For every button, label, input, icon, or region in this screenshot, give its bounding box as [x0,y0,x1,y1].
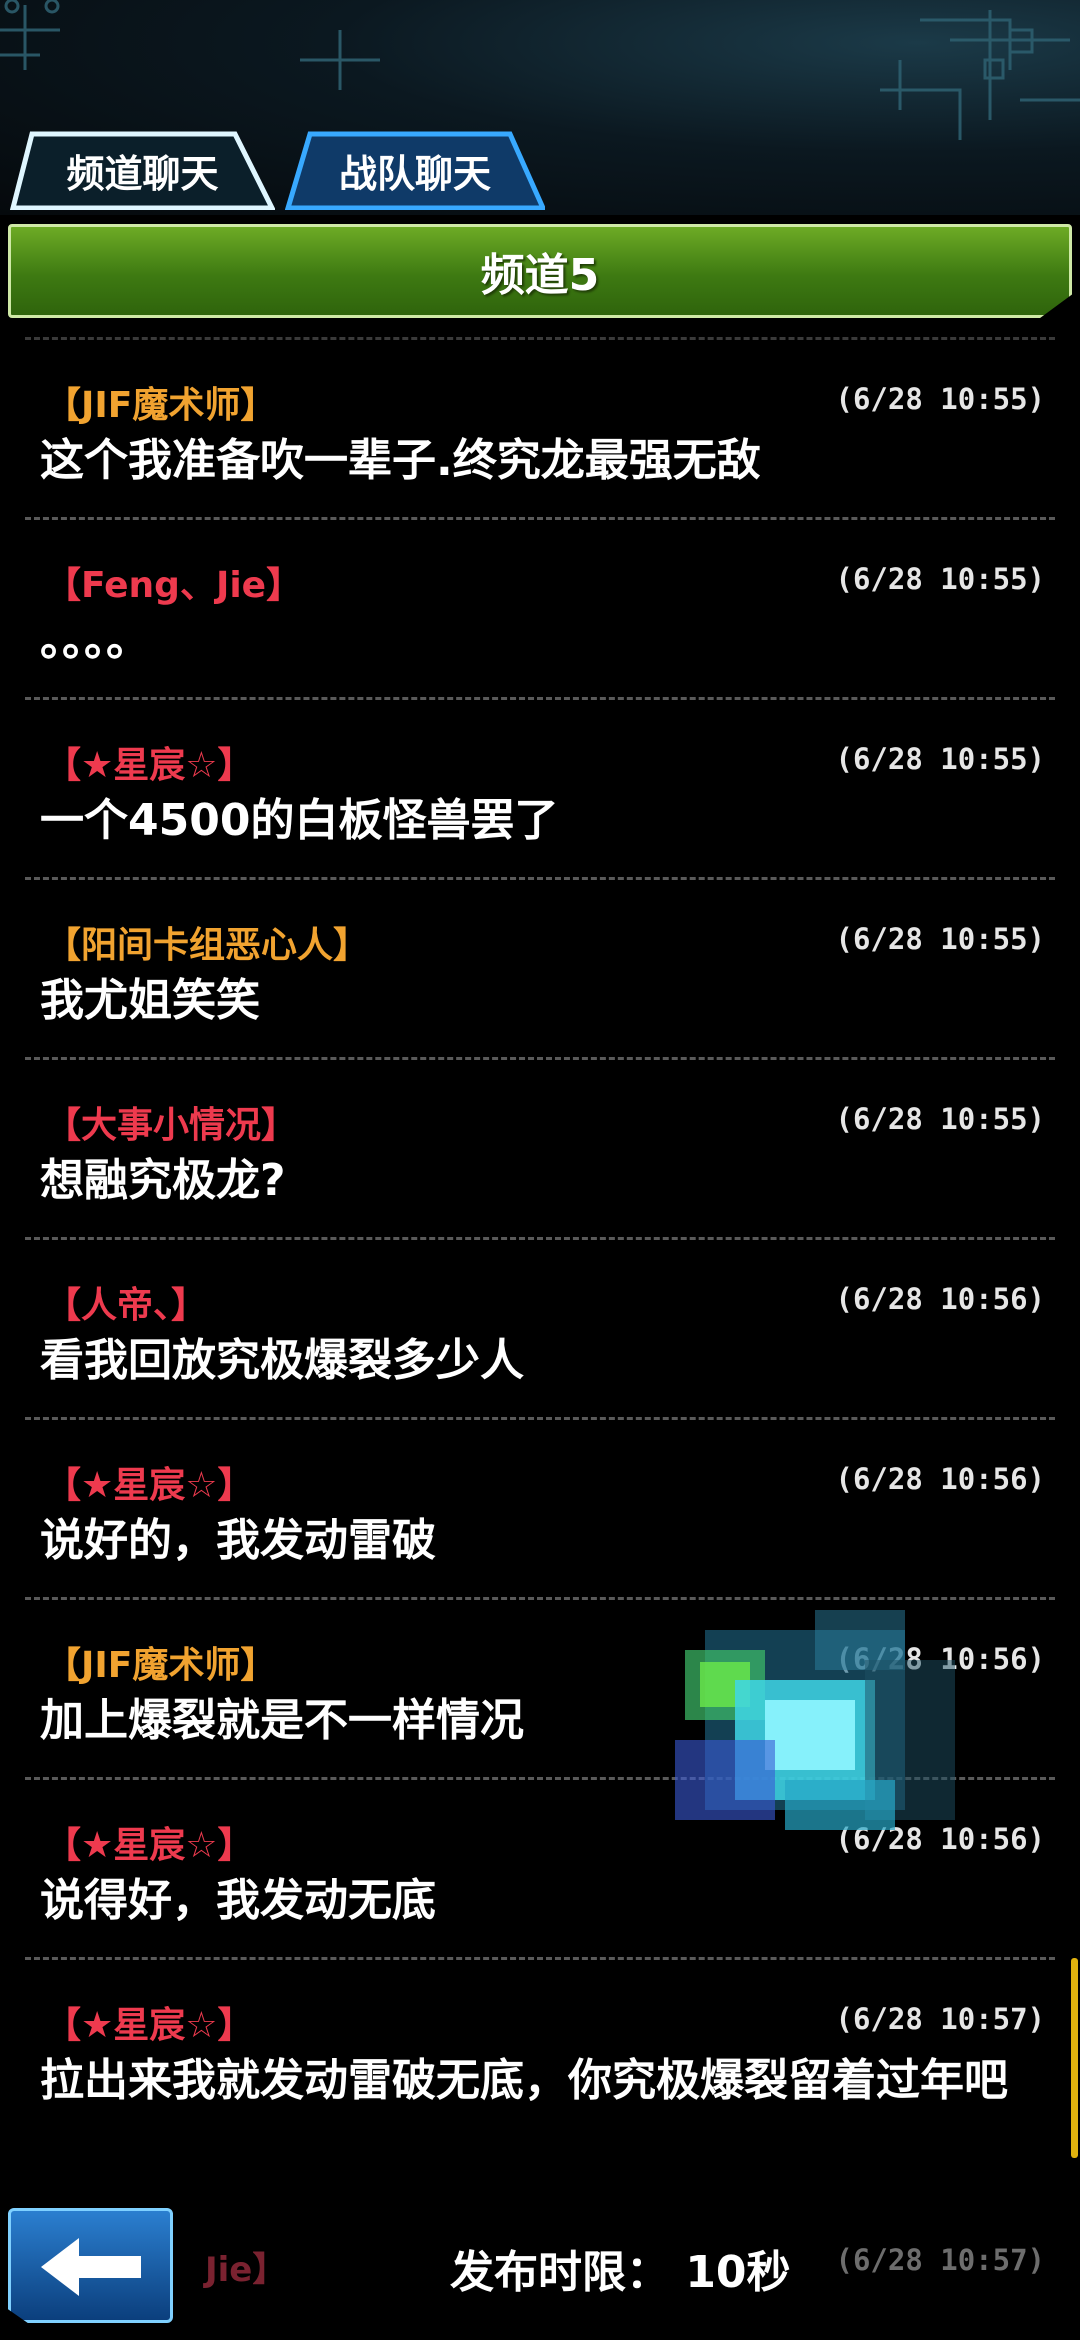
message-text: 说好的，我发动雷破 [40,1515,436,1566]
message-time: (6/28 10:55) [835,1102,1045,1136]
sender-name[interactable]: 【★星宸☆】 [45,736,254,788]
chat-message: 【大事小情况】 (6/28 10:55) 想融究极龙? [0,1060,1080,1240]
message-text: 这个我准备吹一辈子.终究龙最强无敌 [40,435,761,486]
message-time: (6/28 10:56) [835,1462,1045,1496]
message-text: 我尤姐笑笑 [40,975,260,1026]
sender-name[interactable]: 【人帝、】 [45,1276,207,1328]
message-time: (6/28 10:55) [835,742,1045,776]
message-time: (6/28 10:55) [835,922,1045,956]
sender-name[interactable]: 【★星宸☆】 [45,1456,254,1508]
message-text: 想融究极龙? [40,1155,286,1206]
tab-label: 战队聊天 [338,151,491,196]
scrollbar[interactable] [1071,1958,1078,2158]
sender-name[interactable]: 【★星宸☆】 [45,1816,254,1868]
sender-name[interactable]: 【Feng、Jie】 [45,556,302,608]
message-time: (6/28 10:57) [835,2002,1045,2036]
message-time: (6/28 10:56) [835,1282,1045,1316]
chat-message: 【Feng、Jie】 (6/28 10:55) 。。。。 [0,520,1080,700]
message-text: 拉出来我就发动雷破无底，你究极爆裂留着过年吧 [40,2055,1008,2106]
faded-sender-name: Jie】 [205,2250,287,2290]
channel-selector[interactable]: 频道5 [8,224,1072,318]
chat-message-list[interactable]: 【JIF魔术师】 (6/28 10:55) 这个我准备吹一辈子.终究龙最强无敌 … [0,337,1080,2200]
chat-message: 【人帝、】 (6/28 10:56) 看我回放究极爆裂多少人 [0,1240,1080,1420]
chat-message: 【★星宸☆】 (6/28 10:57) 拉出来我就发动雷破无底，你究极爆裂留着过… [0,1960,1080,2200]
chat-message: 【★星宸☆】 (6/28 10:55) 一个4500的白板怪兽罢了 [0,700,1080,880]
back-arrow-icon [41,2238,141,2296]
channel-title: 频道5 [480,250,600,301]
back-button[interactable] [8,2208,173,2323]
chat-message: 【JIF魔术师】 (6/28 10:55) 这个我准备吹一辈子.终究龙最强无敌 [0,337,1080,520]
chat-message: 【阳间卡组恶心人】 (6/28 10:55) 我尤姐笑笑 [0,880,1080,1060]
message-time: (6/28 10:55) [835,382,1045,416]
tab-label: 频道聊天 [66,151,219,196]
sender-name[interactable]: 【阳间卡组恶心人】 [45,916,369,968]
sender-name[interactable]: 【★星宸☆】 [45,1996,254,2048]
sender-name[interactable]: 【JIF魔术师】 [45,1636,276,1688]
sender-name[interactable]: 【大事小情况】 [45,1096,297,1148]
message-text: 。。。。 [40,615,150,666]
pixelated-overlay-icon [675,1610,955,1830]
chat-message: 【★星宸☆】 (6/28 10:56) 说好的，我发动雷破 [0,1420,1080,1600]
post-time-limit: 发布时限： 10秒 [450,2247,791,2298]
message-time: (6/28 10:55) [835,562,1045,596]
top-banner: 频道聊天 战队聊天 [0,0,1080,215]
faded-message-time: (6/28 10:57) [835,2243,1045,2277]
tab-channel-chat[interactable]: 频道聊天 [10,130,275,210]
tab-team-chat[interactable]: 战队聊天 [285,130,545,210]
message-text: 说得好，我发动无底 [40,1875,436,1926]
sender-name[interactable]: 【JIF魔术师】 [45,376,276,428]
message-text: 一个4500的白板怪兽罢了 [40,795,559,846]
message-text: 看我回放究极爆裂多少人 [40,1335,524,1386]
